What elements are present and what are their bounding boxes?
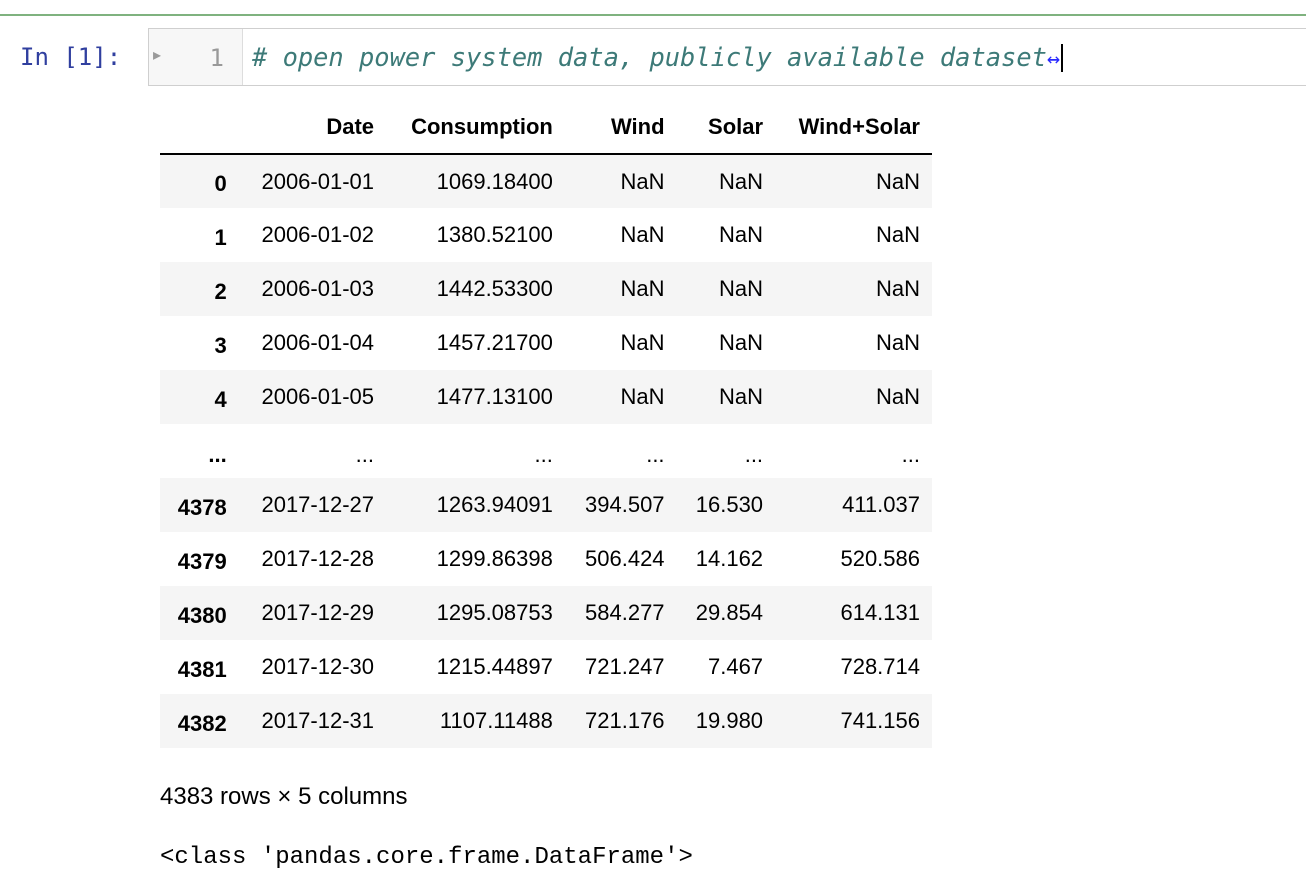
cell-date: 2017-12-29 bbox=[261, 600, 375, 625]
cell-wind-solar: 520.586 bbox=[840, 546, 920, 571]
cell-consumption: 1477.13100 bbox=[436, 384, 553, 409]
cell-date: 2006-01-02 bbox=[261, 222, 375, 247]
cell-wind: ... bbox=[646, 442, 665, 467]
cell-wind: NaN bbox=[620, 168, 665, 194]
output-class-text: <class 'pandas.core.frame.DataFrame'> bbox=[160, 844, 693, 871]
column-header-wind-solar: Wind+Solar bbox=[775, 100, 932, 155]
cell-wind-solar: 728.714 bbox=[840, 654, 920, 679]
cell-date: 2017-12-30 bbox=[261, 654, 375, 679]
cell-top-border bbox=[0, 14, 1306, 16]
cell-wind: NaN bbox=[620, 222, 665, 247]
cell-date: ... bbox=[355, 442, 375, 467]
table-row: 1 2006-01-02 1380.52100 NaN NaN NaN bbox=[160, 208, 932, 262]
cell-wind: NaN bbox=[620, 276, 665, 301]
cell-solar: NaN bbox=[719, 222, 764, 247]
cell-wind: 721.247 bbox=[585, 654, 665, 679]
cell-date: 2017-12-27 bbox=[261, 492, 375, 517]
cell-wind: NaN bbox=[620, 330, 665, 355]
cell-solar: 7.467 bbox=[707, 654, 764, 679]
input-prompt: In [1]: bbox=[20, 43, 122, 71]
row-index: 4379 bbox=[177, 549, 227, 574]
cell-consumption: 1263.94091 bbox=[436, 492, 553, 517]
cell-wind-solar: NaN bbox=[875, 168, 920, 194]
cell-date: 2006-01-03 bbox=[261, 276, 375, 301]
cell-consumption: 1299.86398 bbox=[436, 546, 553, 571]
code-editor-line[interactable]: # open power system data, publicly avail… bbox=[243, 29, 1306, 85]
cell-consumption: 1295.08753 bbox=[436, 600, 553, 625]
table-row: 0 2006-01-01 1069.18400 NaN NaN NaN bbox=[160, 154, 932, 208]
row-index: ... bbox=[208, 442, 227, 467]
row-index: 4382 bbox=[177, 711, 227, 736]
cell-solar: NaN bbox=[719, 168, 764, 194]
code-gutter: ▸ 1 bbox=[149, 29, 243, 85]
cell-consumption: 1215.44897 bbox=[436, 654, 553, 679]
cell-date: 2017-12-31 bbox=[261, 708, 375, 733]
table-row: 4379 2017-12-28 1299.86398 506.424 14.16… bbox=[160, 532, 932, 586]
cell-solar: 29.854 bbox=[695, 600, 764, 625]
cell-wind-solar: NaN bbox=[875, 384, 920, 409]
cell-wind-solar: 614.131 bbox=[840, 600, 920, 625]
cell-date: 2006-01-04 bbox=[261, 330, 375, 355]
cell-solar: 19.980 bbox=[695, 708, 764, 733]
cell-solar: NaN bbox=[719, 276, 764, 301]
cell-date: 2006-01-05 bbox=[261, 384, 375, 409]
cell-consumption: 1380.52100 bbox=[436, 222, 553, 247]
line-number: 1 bbox=[209, 44, 224, 72]
cell-wind: 721.176 bbox=[585, 708, 665, 733]
row-index: 1 bbox=[214, 225, 227, 250]
cell-consumption: 1069.18400 bbox=[436, 168, 553, 194]
table-row: 3 2006-01-04 1457.21700 NaN NaN NaN bbox=[160, 316, 932, 370]
cell-wind: 506.424 bbox=[585, 546, 665, 571]
cell-wind-solar: 411.037 bbox=[842, 492, 920, 517]
table-row: 4382 2017-12-31 1107.11488 721.176 19.98… bbox=[160, 694, 932, 748]
row-index: 4378 bbox=[177, 495, 227, 520]
table-row: 4381 2017-12-30 1215.44897 721.247 7.467… bbox=[160, 640, 932, 694]
code-comment: # open power system data, publicly avail… bbox=[252, 42, 1064, 75]
table-row: 2 2006-01-03 1442.53300 NaN NaN NaN bbox=[160, 262, 932, 316]
dataframe-table: Date Consumption Wind Solar Wind+Solar 0… bbox=[160, 100, 932, 748]
cell-date: 2017-12-28 bbox=[261, 546, 375, 571]
column-header-solar: Solar bbox=[676, 100, 776, 155]
code-cell-input[interactable]: ▸ 1 # open power system data, publicly a… bbox=[148, 28, 1306, 86]
row-index: 4 bbox=[214, 387, 227, 412]
cell-wind: NaN bbox=[620, 384, 665, 409]
column-header-consumption: Consumption bbox=[386, 100, 565, 155]
index-header bbox=[160, 100, 239, 155]
code-comment-text: # open power system data, publicly avail… bbox=[252, 42, 1047, 72]
cell-solar: NaN bbox=[719, 384, 764, 409]
table-header-row: Date Consumption Wind Solar Wind+Solar bbox=[160, 100, 932, 155]
cell-wind-solar: ... bbox=[901, 442, 920, 467]
table-row-ellipsis: ... ... ... ... ... ... bbox=[160, 424, 932, 478]
cell-wind-solar: 741.156 bbox=[840, 708, 920, 733]
cell-wind-solar: NaN bbox=[875, 276, 920, 301]
column-header-wind: Wind bbox=[564, 100, 677, 155]
row-index: 2 bbox=[214, 279, 227, 304]
row-index: 4380 bbox=[177, 603, 227, 628]
cell-consumption: ... bbox=[534, 442, 553, 467]
column-header-date: Date bbox=[238, 100, 387, 155]
cell-date: 2006-01-01 bbox=[261, 168, 375, 194]
row-index: 4381 bbox=[177, 657, 227, 682]
dataframe-shape-text: 4383 rows × 5 columns bbox=[160, 783, 408, 810]
table-row: 4380 2017-12-29 1295.08753 584.277 29.85… bbox=[160, 586, 932, 640]
cell-consumption: 1442.53300 bbox=[436, 276, 553, 301]
cell-consumption: 1107.11488 bbox=[439, 708, 553, 733]
cell-wind: 584.277 bbox=[585, 600, 665, 625]
folded-code-marker-icon[interactable]: ↔ bbox=[1047, 47, 1060, 72]
cell-solar: 14.162 bbox=[695, 546, 764, 571]
table-row: 4378 2017-12-27 1263.94091 394.507 16.53… bbox=[160, 478, 932, 532]
table-row: 4 2006-01-05 1477.13100 NaN NaN NaN bbox=[160, 370, 932, 424]
cell-wind: 394.507 bbox=[585, 492, 665, 517]
row-index: 3 bbox=[214, 333, 227, 358]
cell-solar: ... bbox=[744, 442, 764, 467]
cell-solar: NaN bbox=[719, 330, 764, 355]
cell-wind-solar: NaN bbox=[875, 330, 920, 355]
cell-wind-solar: NaN bbox=[875, 222, 920, 247]
collapse-arrow-icon[interactable]: ▸ bbox=[153, 46, 161, 66]
row-index: 0 bbox=[214, 171, 227, 196]
cell-solar: 16.530 bbox=[695, 492, 764, 517]
text-cursor bbox=[1061, 44, 1064, 72]
cell-consumption: 1457.21700 bbox=[436, 330, 553, 355]
